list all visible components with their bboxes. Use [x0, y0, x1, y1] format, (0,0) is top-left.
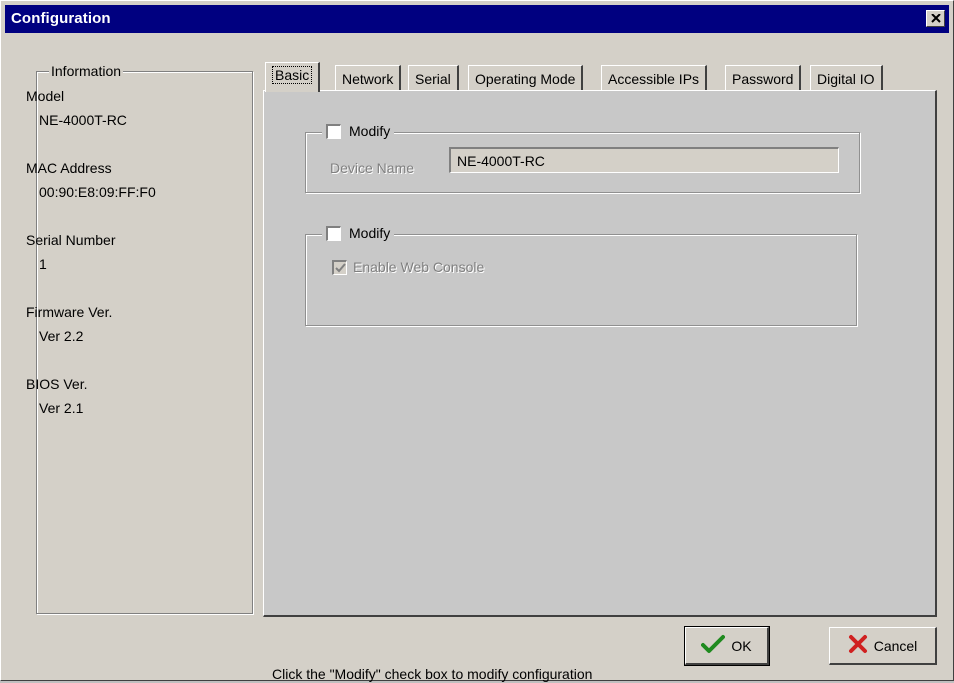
- title-bar[interactable]: Configuration: [5, 5, 949, 33]
- tab-password-label: Password: [732, 71, 794, 87]
- serial-number-label: Serial Number: [26, 232, 116, 248]
- device-name-field[interactable]: NE-4000T-RC: [449, 147, 839, 173]
- checkmark-icon: [701, 634, 726, 657]
- bios-version-label: BIOS Ver.: [26, 376, 88, 392]
- enable-web-console-option[interactable]: Enable Web Console: [332, 259, 484, 275]
- close-icon: [930, 14, 941, 23]
- enable-web-console-label: Enable Web Console: [353, 259, 485, 275]
- bios-version-value: Ver 2.1: [39, 400, 84, 416]
- cancel-x-icon: [848, 634, 868, 657]
- tab-operating-mode-label: Operating Mode: [475, 71, 576, 87]
- device-name-modify-label: Modify: [349, 123, 391, 139]
- device-name-label: Device Name: [330, 160, 415, 176]
- mac-address-value: 00:90:E8:09:FF:F0: [39, 184, 156, 200]
- device-name-modify-checkbox[interactable]: [326, 123, 341, 139]
- tab-digital-io-label: Digital IO: [817, 71, 875, 87]
- enable-web-console-checkbox[interactable]: [332, 259, 347, 275]
- tab-digital-io[interactable]: Digital IO: [810, 65, 883, 91]
- device-name-modify-toggle[interactable]: Modify: [322, 122, 395, 140]
- tab-panel-basic: Modify Device Name NE-4000T-RC Modify En…: [263, 90, 937, 617]
- web-console-modify-label: Modify: [349, 225, 391, 241]
- firmware-version-value: Ver 2.2: [39, 328, 84, 344]
- model-value: NE-4000T-RC: [39, 112, 127, 128]
- firmware-version-label: Firmware Ver.: [26, 304, 113, 320]
- web-console-modify-toggle[interactable]: Modify: [322, 224, 395, 242]
- ok-button[interactable]: OK: [684, 626, 770, 666]
- cancel-button[interactable]: Cancel: [829, 627, 937, 665]
- tab-basic-label: Basic: [272, 66, 313, 84]
- status-hint: Click the "Modify" check box to modify c…: [272, 666, 593, 682]
- ok-button-label: OK: [731, 637, 752, 654]
- tab-network-label: Network: [342, 71, 394, 87]
- tab-password[interactable]: Password: [725, 65, 802, 91]
- checkmark-icon: [335, 262, 346, 272]
- model-label: Model: [26, 88, 65, 104]
- tab-accessible-ips[interactable]: Accessible IPs: [601, 65, 708, 91]
- tab-accessible-ips-label: Accessible IPs: [608, 71, 700, 87]
- device-name-group: Modify Device Name NE-4000T-RC: [305, 122, 860, 193]
- serial-number-value: 1: [39, 256, 47, 272]
- information-group-title: Information: [49, 63, 124, 79]
- cancel-button-label: Cancel: [873, 637, 918, 654]
- tab-operating-mode[interactable]: Operating Mode: [468, 65, 584, 91]
- web-console-modify-checkbox[interactable]: [326, 225, 341, 241]
- tab-serial-label: Serial: [415, 71, 451, 87]
- close-button[interactable]: [926, 10, 945, 27]
- tab-network[interactable]: Network: [335, 65, 402, 91]
- mac-address-label: MAC Address: [26, 160, 112, 176]
- tab-serial[interactable]: Serial: [408, 65, 459, 91]
- window-title: Configuration: [11, 10, 111, 27]
- configuration-window: Configuration Information Model NE-4000T…: [0, 0, 954, 682]
- web-console-group: Modify Enable Web Console: [305, 224, 857, 326]
- tab-basic[interactable]: Basic: [265, 62, 321, 92]
